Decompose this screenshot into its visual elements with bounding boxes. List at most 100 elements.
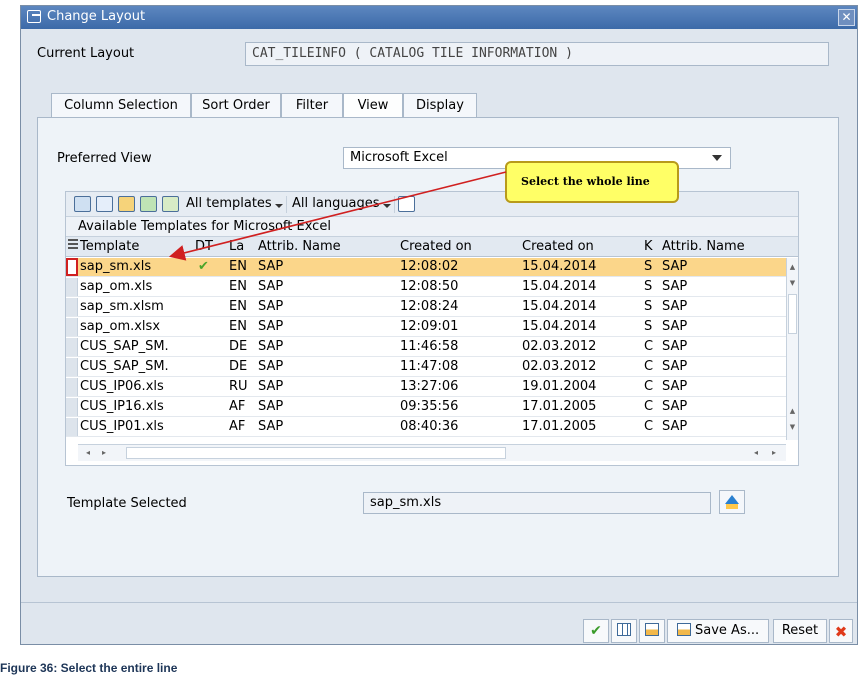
- row-selector[interactable]: [66, 358, 78, 376]
- cell-attrib-name-2: SAP: [662, 379, 688, 394]
- cell-created-time: 09:35:56: [400, 399, 459, 414]
- scroll-up-icon[interactable]: ▲: [788, 404, 797, 418]
- templates-grid: All templates All languages Available Te…: [65, 191, 799, 466]
- row-selector[interactable]: [66, 398, 78, 416]
- folder-icon: [726, 504, 738, 509]
- cell-created-time: 11:46:58: [400, 339, 459, 354]
- scroll-left-icon[interactable]: ◂: [82, 447, 94, 459]
- cell-created-time: 12:09:01: [400, 319, 459, 334]
- table-row[interactable]: CUS_SAP_SM. DE SAP 11:47:08 02.03.2012 C SAP: [66, 358, 786, 377]
- cell-language: EN: [229, 319, 247, 334]
- import-icon[interactable]: [118, 196, 135, 212]
- column-header-created-time[interactable]: Created on: [400, 239, 472, 254]
- scroll-up-icon[interactable]: ▲: [788, 260, 797, 274]
- scroll-left-icon[interactable]: ◂: [750, 447, 762, 459]
- chevron-down-icon: [274, 204, 283, 208]
- horizontal-scrollbar[interactable]: ◂ ▸ ◂ ▸: [78, 444, 786, 461]
- column-header-attrib-name[interactable]: Attrib. Name: [258, 239, 341, 254]
- find-icon[interactable]: [74, 196, 91, 212]
- column-header-k[interactable]: K: [644, 239, 653, 254]
- layout-settings-icon[interactable]: [398, 196, 415, 212]
- row-selector[interactable]: [66, 418, 78, 436]
- save-as-icon: [676, 623, 691, 636]
- refresh-icon[interactable]: [96, 196, 113, 212]
- table-row[interactable]: sap_om.xlsx EN SAP 12:09:01 15.04.2014 S SAP: [66, 318, 786, 337]
- tab-label: Sort Order: [202, 98, 270, 113]
- table-row[interactable]: CUS_IP06.xls RU SAP 13:27:06 19.01.2004 C SAP: [66, 378, 786, 397]
- table-row[interactable]: sap_om.xls EN SAP 12:08:50 15.04.2014 S SAP: [66, 278, 786, 297]
- grid-view-button[interactable]: [611, 619, 637, 643]
- confirm-button[interactable]: ✔: [583, 619, 609, 643]
- scroll-down-icon[interactable]: ▼: [788, 420, 797, 434]
- row-selector[interactable]: [66, 318, 78, 336]
- reset-button[interactable]: Reset: [773, 619, 827, 643]
- chevron-down-icon[interactable]: [712, 155, 722, 161]
- tab-filter[interactable]: Filter: [281, 93, 343, 118]
- table-row[interactable]: CUS_IP01.xls AF SAP 08:40:36 17.01.2005 C SAP: [66, 418, 786, 437]
- cell-language: EN: [229, 299, 247, 314]
- templates-dropdown-label: All templates: [186, 196, 272, 211]
- column-header-template[interactable]: Template: [80, 239, 139, 254]
- template-selected-label: Template Selected: [67, 496, 187, 511]
- export-icon[interactable]: [140, 196, 157, 212]
- close-button[interactable]: ✕: [838, 9, 855, 26]
- window-title: Change Layout: [47, 9, 146, 24]
- cell-dt: ✔: [198, 259, 209, 274]
- vertical-scrollbar[interactable]: ▲ ▼ ▲ ▼: [786, 258, 798, 440]
- cell-k: C: [644, 379, 654, 394]
- cell-language: AF: [229, 399, 246, 414]
- column-header-language[interactable]: La: [229, 239, 244, 254]
- copy-icon[interactable]: [162, 196, 179, 212]
- scroll-right-icon[interactable]: ▸: [98, 447, 110, 459]
- cell-created-time: 12:08:02: [400, 259, 459, 274]
- languages-dropdown[interactable]: All languages: [290, 196, 395, 213]
- callout-annotation: Select the whole line: [505, 161, 679, 203]
- cell-created-date: 02.03.2012: [522, 359, 597, 374]
- row-selector[interactable]: [66, 278, 78, 296]
- table-row[interactable]: CUS_SAP_SM. DE SAP 11:46:58 02.03.2012 C SAP: [66, 338, 786, 357]
- column-header-attrib-name-2[interactable]: Attrib. Name: [662, 239, 745, 254]
- upload-icon: [725, 495, 739, 504]
- scroll-down-icon[interactable]: ▼: [788, 276, 797, 290]
- save-as-button[interactable]: Save As...: [667, 619, 769, 643]
- cell-k: C: [644, 359, 654, 374]
- row-selector[interactable]: [66, 338, 78, 356]
- cancel-button[interactable]: ✖: [829, 619, 853, 643]
- tab-display[interactable]: Display: [403, 93, 477, 118]
- preferred-view-label: Preferred View: [57, 151, 152, 166]
- cell-template: CUS_IP16.xls: [80, 399, 164, 414]
- checkmark-icon: ✔: [590, 623, 602, 639]
- tab-view[interactable]: View: [343, 93, 403, 118]
- table-row[interactable]: CUS_IP16.xls AF SAP 09:35:56 17.01.2005 C SAP: [66, 398, 786, 417]
- cell-attrib-name: SAP: [258, 279, 284, 294]
- row-selector[interactable]: [66, 298, 78, 316]
- tab-column-selection[interactable]: Column Selection: [51, 93, 191, 118]
- title-bar: Change Layout ✕: [21, 6, 857, 29]
- cell-attrib-name-2: SAP: [662, 419, 688, 434]
- scroll-thumb[interactable]: [126, 447, 506, 459]
- cell-attrib-name-2: SAP: [662, 319, 688, 334]
- table-row[interactable]: sap_sm.xls ✔ EN SAP 12:08:02 15.04.2014 S SAP: [66, 258, 786, 277]
- save-layout-button[interactable]: [639, 619, 665, 643]
- cell-attrib-name: SAP: [258, 419, 284, 434]
- row-selector[interactable]: [66, 258, 78, 276]
- template-selected-field[interactable]: sap_sm.xls: [363, 492, 711, 514]
- templates-dropdown[interactable]: All templates: [184, 196, 287, 213]
- cell-k: S: [644, 299, 653, 314]
- row-selector[interactable]: [66, 378, 78, 396]
- cell-created-date: 15.04.2014: [522, 279, 597, 294]
- grid-toolbar: All templates All languages: [66, 192, 798, 217]
- current-layout-label: Current Layout: [37, 46, 135, 61]
- table-row[interactable]: sap_sm.xlsm EN SAP 12:08:24 15.04.2014 S SAP: [66, 298, 786, 317]
- column-header-dt[interactable]: DT: [195, 239, 213, 254]
- upload-template-button[interactable]: [719, 490, 745, 514]
- tab-sort-order[interactable]: Sort Order: [191, 93, 281, 118]
- tab-label: Display: [416, 98, 464, 113]
- cell-template: CUS_IP06.xls: [80, 379, 164, 394]
- save-layout-icon: [645, 623, 659, 636]
- cell-language: RU: [229, 379, 248, 394]
- column-settings-icon[interactable]: [68, 239, 78, 249]
- scroll-right-icon[interactable]: ▸: [768, 447, 780, 459]
- scroll-thumb[interactable]: [788, 294, 797, 334]
- column-header-created-date[interactable]: Created on: [522, 239, 594, 254]
